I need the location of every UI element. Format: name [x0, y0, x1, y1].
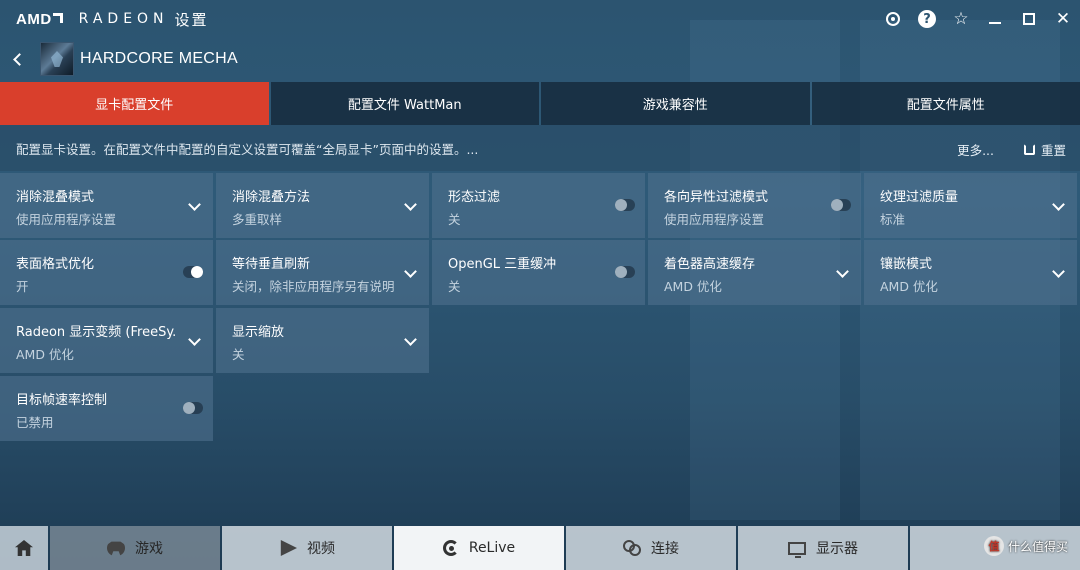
reset-button[interactable]: 重置 [1023, 140, 1066, 159]
nav-label: 显示器 [816, 541, 858, 557]
nav-connect[interactable]: 连接 [566, 526, 736, 570]
chevron-down-icon [404, 333, 417, 346]
info-description: 配置显卡设置。在配置文件中配置的自定义设置可覆盖“全局显卡”页面中的设置。... [16, 141, 479, 157]
setting-value: 关 [448, 279, 461, 294]
watermark: 值 什么值得买 [983, 536, 1068, 556]
bottom-nav: 游戏 视频 ReLive 连接 显示器 [0, 526, 1080, 570]
close-icon[interactable]: ✕ [1046, 0, 1080, 38]
product-name: RADEON [78, 11, 169, 27]
tab-game-compatibility[interactable]: 游戏兼容性 [541, 82, 810, 125]
amd-logo: AMD [16, 11, 63, 28]
nav-label: 视频 [307, 541, 335, 557]
game-thumbnail [40, 42, 74, 76]
setting-value: AMD 优化 [880, 279, 938, 294]
setting-value: 已禁用 [16, 415, 54, 430]
nav-display[interactable]: 显示器 [738, 526, 908, 570]
setting-texture-filtering-quality[interactable]: 纹理过滤质量 标准 [864, 173, 1077, 238]
setting-surface-format-optimization: 表面格式优化 开 [0, 240, 213, 305]
connect-icon [623, 540, 641, 556]
setting-morphological-filtering: 形态过滤 关 [432, 173, 645, 238]
setting-title: 等待垂直刷新 [232, 257, 311, 272]
nav-games[interactable]: 游戏 [50, 526, 220, 570]
tab-profile-properties[interactable]: 配置文件属性 [811, 82, 1080, 125]
chevron-down-icon [1052, 265, 1065, 278]
setting-title: 表面格式优化 [16, 257, 95, 272]
setting-title: 各向异性过滤模式 [664, 190, 769, 205]
setting-shader-cache[interactable]: 着色器高速缓存 AMD 优化 [648, 240, 861, 305]
setting-anisotropic-filtering: 各向异性过滤模式 使用应用程序设置 [648, 173, 861, 238]
setting-value: 关 [232, 347, 245, 362]
sync-icon[interactable] [876, 0, 910, 38]
section-name: 设置 [174, 10, 209, 29]
nav-label: 连接 [651, 541, 679, 557]
maximize-icon[interactable] [1012, 0, 1046, 38]
chevron-down-icon [1052, 198, 1065, 211]
setting-title: 显示缩放 [232, 325, 285, 340]
setting-title: 消除混叠方法 [232, 190, 311, 205]
setting-title: OpenGL 三重缓冲 [448, 257, 557, 272]
tab-graphics-profile[interactable]: 显卡配置文件 [0, 82, 269, 125]
setting-value: AMD 优化 [664, 279, 722, 294]
setting-value: 标准 [880, 212, 906, 227]
watermark-text: 什么值得买 [1007, 539, 1068, 554]
nav-relive[interactable]: ReLive [394, 526, 564, 570]
more-link[interactable]: 更多... [957, 140, 994, 159]
setting-value: 使用应用程序设置 [16, 212, 117, 227]
play-icon [280, 540, 297, 556]
reset-icon [1023, 144, 1035, 155]
profile-bar: HARDCORE MECHA [0, 38, 1080, 80]
setting-title: Radeon 显示变频 (FreeSy... [16, 325, 176, 340]
setting-antialiasing-method[interactable]: 消除混叠方法 多重取样 [216, 173, 429, 238]
game-title: HARDCORE MECHA [80, 50, 238, 67]
setting-display-scaling[interactable]: 显示缩放 关 [216, 308, 429, 373]
setting-title: 纹理过滤质量 [880, 190, 959, 205]
toggle-switch[interactable] [183, 402, 203, 414]
setting-value: 开 [16, 279, 29, 294]
info-bar: 配置显卡设置。在配置文件中配置的自定义设置可覆盖“全局显卡”页面中的设置。...… [0, 125, 1080, 171]
relive-icon [442, 540, 459, 556]
setting-value: AMD 优化 [16, 347, 74, 362]
watermark-badge: 值 [983, 536, 1004, 556]
setting-title: 目标帧速率控制 [16, 393, 108, 408]
chevron-down-icon [188, 198, 201, 211]
minimize-icon[interactable] [978, 0, 1012, 38]
reset-label: 重置 [1040, 143, 1066, 158]
setting-frame-rate-target-control: 目标帧速率控制 已禁用 [0, 376, 213, 441]
title-bar: AMD RADEON 设置 ? ☆ ✕ [0, 0, 1080, 38]
help-icon[interactable]: ? [910, 0, 944, 38]
setting-title: 消除混叠模式 [16, 190, 95, 205]
toggle-switch[interactable] [831, 199, 851, 211]
setting-title: 形态过滤 [448, 190, 501, 205]
chevron-down-icon [188, 333, 201, 346]
setting-antialiasing-mode[interactable]: 消除混叠模式 使用应用程序设置 [0, 173, 213, 238]
setting-opengl-triple-buffering: OpenGL 三重缓冲 关 [432, 240, 645, 305]
setting-value: 关 [448, 212, 461, 227]
setting-wait-vertical-refresh[interactable]: 等待垂直刷新 关闭，除非应用程序另有说明 [216, 240, 429, 305]
gamepad-icon [107, 541, 125, 556]
chevron-down-icon [404, 198, 417, 211]
home-icon [15, 540, 33, 556]
chevron-down-icon [404, 265, 417, 278]
setting-title: 着色器高速缓存 [664, 257, 756, 272]
nav-video[interactable]: 视频 [222, 526, 392, 570]
setting-value: 使用应用程序设置 [664, 212, 765, 227]
tab-wattman-profile[interactable]: 配置文件 WattMan [270, 82, 539, 125]
star-icon[interactable]: ☆ [944, 0, 978, 38]
setting-value: 关闭，除非应用程序另有说明 [232, 279, 395, 294]
setting-title: 镶嵌模式 [880, 257, 933, 272]
setting-value: 多重取样 [232, 212, 283, 227]
back-arrow-icon[interactable] [10, 52, 26, 66]
chevron-down-icon [836, 265, 849, 278]
monitor-icon [788, 541, 806, 558]
nav-label: ReLive [468, 540, 516, 556]
toggle-switch[interactable] [183, 266, 203, 278]
setting-tessellation-mode[interactable]: 镶嵌模式 AMD 优化 [864, 240, 1077, 305]
profile-tabs: 显卡配置文件 配置文件 WattMan 游戏兼容性 配置文件属性 [0, 82, 1080, 125]
setting-freesync[interactable]: Radeon 显示变频 (FreeSy... AMD 优化 [0, 308, 213, 373]
home-button[interactable] [0, 526, 48, 570]
window-controls: ? ☆ ✕ [876, 0, 1080, 38]
toggle-switch[interactable] [615, 266, 635, 278]
nav-label: 游戏 [135, 541, 163, 557]
toggle-switch[interactable] [615, 199, 635, 211]
